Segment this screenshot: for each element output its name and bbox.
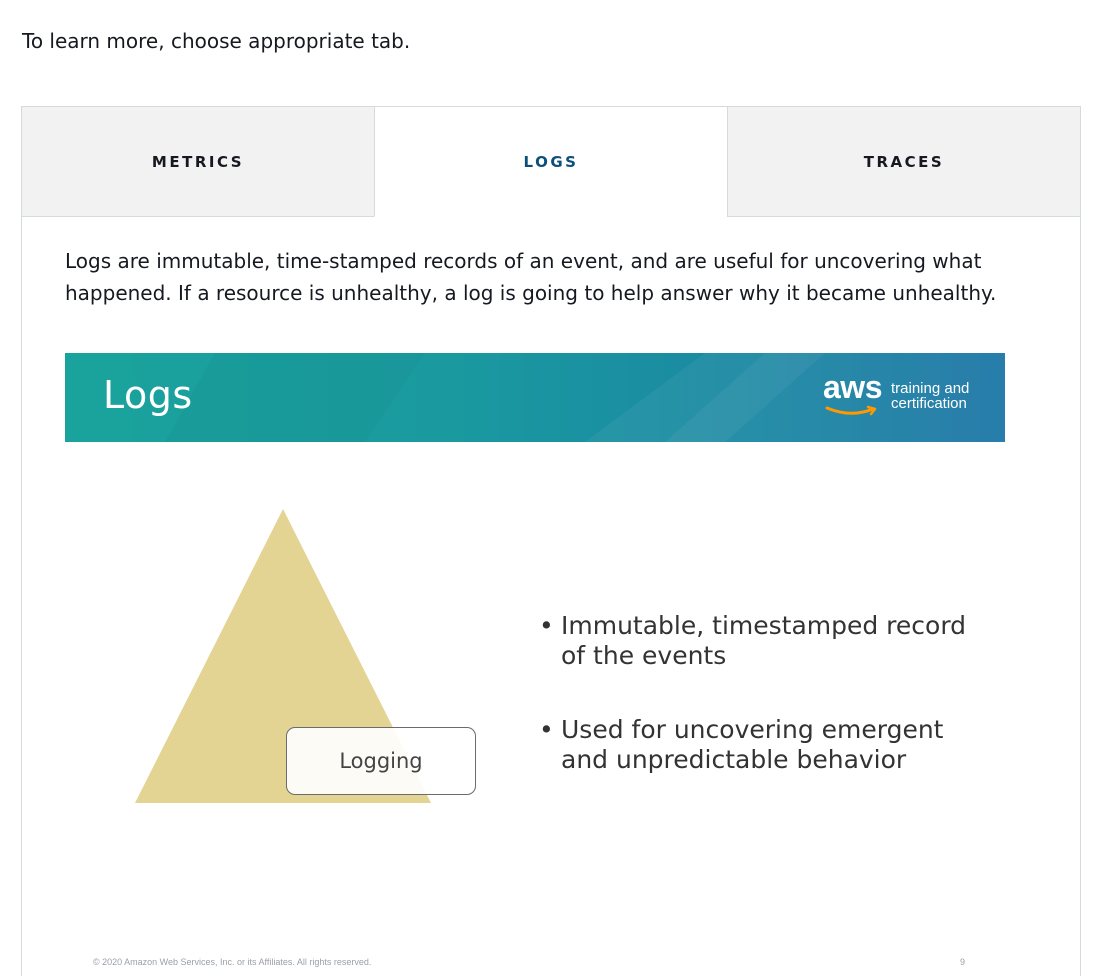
aws-tagline: training and certification: [891, 380, 970, 412]
aws-wordmark: aws: [823, 369, 882, 405]
slide-bullets: Immutable, timestamped record of the eve…: [539, 611, 981, 819]
tab-traces[interactable]: TRACES: [727, 107, 1080, 217]
logs-description: Logs are immutable, time-stamped records…: [65, 249, 997, 305]
tab-bar: METRICS LOGS TRACES: [22, 107, 1080, 217]
tabs-container: METRICS LOGS TRACES Logs are immutable, …: [21, 106, 1081, 976]
logging-label-box: Logging: [286, 727, 476, 795]
tab-logs[interactable]: LOGS: [374, 107, 727, 217]
aws-smile-icon: [825, 405, 877, 416]
aws-logo: aws training and certification: [823, 369, 983, 419]
bullet-item: Used for uncovering emergent and unpredi…: [539, 715, 981, 775]
bullet-item: Immutable, timestamped record of the eve…: [539, 611, 981, 671]
intro-text: To learn more, choose appropriate tab.: [22, 29, 411, 53]
logs-slide-image: Logs aws training and certification Logg…: [65, 353, 1005, 967]
slide-title: Logs: [103, 373, 193, 417]
slide-banner: Logs aws training and certification: [65, 353, 1005, 442]
tab-metrics[interactable]: METRICS: [22, 107, 374, 217]
